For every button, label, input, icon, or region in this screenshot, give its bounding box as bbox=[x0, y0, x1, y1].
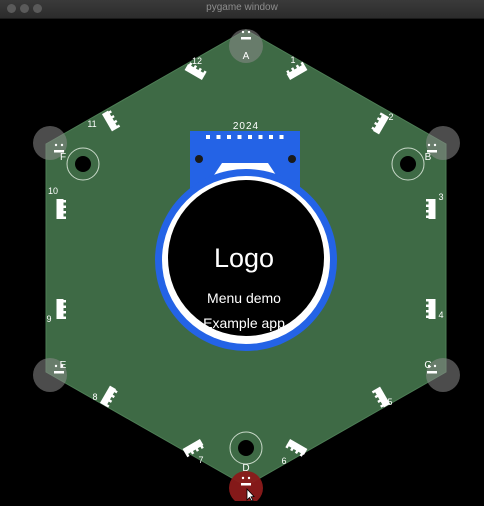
pad-dot bbox=[241, 476, 245, 480]
pad-marking bbox=[241, 483, 251, 486]
led-number: 12 bbox=[192, 56, 202, 66]
led-number: 3 bbox=[438, 192, 443, 202]
led-pin bbox=[63, 216, 66, 219]
led-number: 11 bbox=[87, 119, 96, 129]
touch-pad-a[interactable]: A bbox=[229, 29, 263, 63]
led-number: 10 bbox=[48, 186, 58, 196]
led-pin bbox=[426, 215, 429, 218]
led-number: 5 bbox=[387, 397, 392, 407]
led-pin bbox=[63, 211, 66, 214]
header-pin bbox=[279, 135, 284, 139]
header-pin bbox=[227, 135, 231, 139]
led-pin bbox=[63, 311, 66, 314]
pad-dot bbox=[241, 30, 245, 34]
logo-text: Logo bbox=[214, 243, 274, 273]
window-title: pygame window bbox=[206, 2, 278, 13]
header-pin bbox=[216, 135, 221, 139]
touch-pad-e[interactable]: E bbox=[33, 358, 67, 392]
menu-item-demo[interactable]: Menu demo bbox=[207, 290, 281, 306]
header-pin bbox=[206, 135, 210, 139]
led-pin bbox=[426, 299, 429, 302]
pad-dot bbox=[54, 143, 58, 147]
header-pin bbox=[258, 135, 263, 139]
led-pin bbox=[63, 300, 66, 303]
pad-dot bbox=[247, 30, 251, 34]
led-pin bbox=[426, 204, 429, 207]
header-pin bbox=[248, 135, 252, 139]
pad-dot bbox=[427, 143, 431, 147]
led-pin bbox=[63, 305, 66, 308]
header-pin bbox=[237, 135, 242, 139]
badge-board: 123456789101112 Logo Menu demo Example a… bbox=[33, 29, 460, 505]
pad-dot bbox=[54, 364, 58, 368]
window-titlebar[interactable]: pygame window bbox=[0, 0, 484, 19]
petal-letter: B bbox=[425, 152, 432, 163]
led-number: 4 bbox=[438, 310, 443, 320]
pad-marking bbox=[427, 371, 437, 374]
led-pin bbox=[426, 310, 429, 313]
petal-letter: A bbox=[243, 51, 250, 62]
led-body bbox=[428, 299, 436, 319]
mounting-hole bbox=[238, 440, 254, 456]
pad-dot bbox=[60, 143, 64, 147]
led-number: 9 bbox=[46, 314, 51, 324]
menu-item-example-app[interactable]: Example app bbox=[203, 315, 285, 331]
led-number: 2 bbox=[388, 112, 393, 122]
pygame-canvas[interactable]: 1 2 3 4 5 6 7 8 9 10 11 12 Logo Menu demo Example a… bbox=[0, 18, 484, 505]
pad-dot bbox=[247, 476, 251, 480]
petal-letter: D bbox=[242, 463, 249, 474]
screw-hole-right bbox=[288, 155, 296, 163]
mounting-hole bbox=[400, 156, 416, 172]
mounting-hole bbox=[75, 156, 91, 172]
led-pin bbox=[63, 205, 66, 208]
petal-letter: C bbox=[424, 360, 431, 371]
led-pin bbox=[63, 200, 66, 203]
led-pin bbox=[426, 315, 429, 318]
led-body bbox=[56, 299, 64, 319]
touch-pad-f[interactable]: F bbox=[33, 126, 67, 163]
led-pin bbox=[426, 210, 429, 213]
led-pin bbox=[426, 199, 429, 202]
petal-letter: F bbox=[60, 152, 66, 163]
pad-dot bbox=[433, 143, 437, 147]
led-number: 1 bbox=[290, 55, 295, 65]
touch-pad-c[interactable]: C bbox=[424, 358, 460, 392]
led-pin bbox=[63, 316, 66, 319]
touch-pad-b[interactable]: B bbox=[425, 126, 460, 163]
year-label: 2024 bbox=[233, 121, 259, 132]
led-number: 6 bbox=[281, 456, 286, 466]
led-pin bbox=[426, 304, 429, 307]
petal-letter: E bbox=[60, 360, 67, 371]
led-body bbox=[428, 199, 436, 219]
led-body bbox=[56, 199, 64, 219]
screw-hole-left bbox=[195, 155, 203, 163]
pad-marking bbox=[241, 37, 251, 40]
pad-dot bbox=[433, 364, 437, 368]
header-pin bbox=[269, 135, 273, 139]
pad-marking bbox=[54, 371, 64, 374]
led-number: 7 bbox=[198, 455, 203, 465]
led-number: 8 bbox=[92, 392, 97, 402]
